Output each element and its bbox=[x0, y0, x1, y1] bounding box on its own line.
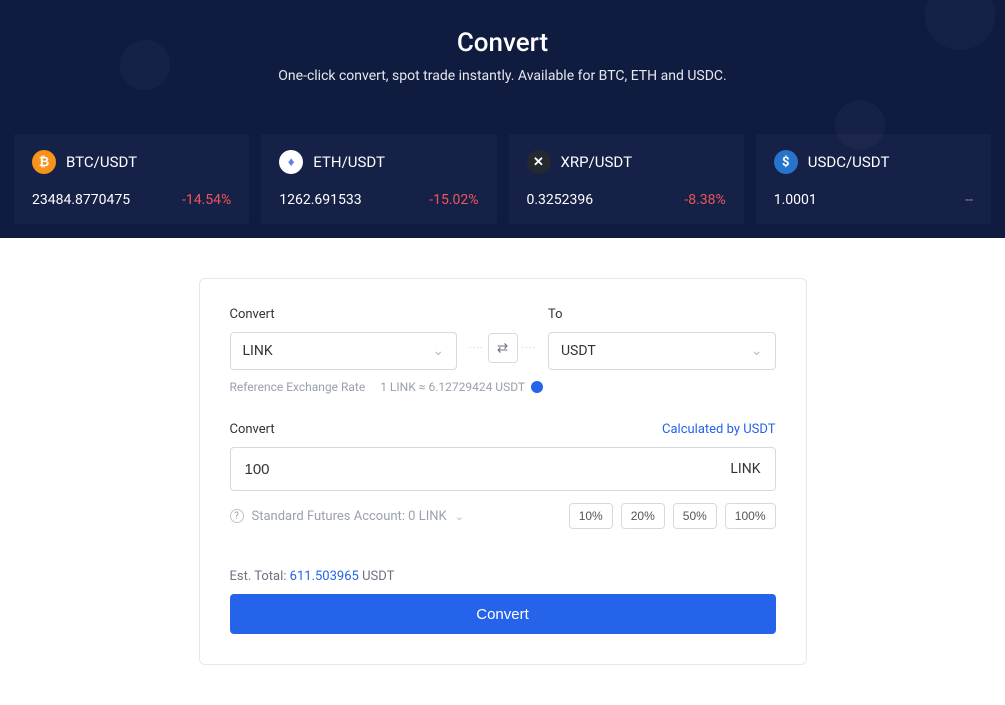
exchange-rate-line: Reference Exchange Rate 1 LINK ≈ 6.12729… bbox=[230, 380, 776, 394]
change-percent: -- bbox=[965, 192, 973, 208]
coin-icon: ✕ bbox=[527, 150, 551, 174]
connector-dots: ···· bbox=[518, 343, 540, 354]
ticker-row: ₿ BTC/USDT 23484.8770475 -14.54% ♦ ETH/USDT 12… bbox=[0, 134, 1005, 238]
trading-pair: ETH/USDT bbox=[313, 153, 385, 171]
account-text: Standard Futures Account: 0 LINK bbox=[252, 509, 447, 524]
amount-input[interactable] bbox=[245, 461, 731, 478]
ticker-card[interactable]: ₿ BTC/USDT 23484.8770475 -14.54% bbox=[14, 134, 249, 224]
to-currency-value: USDT bbox=[561, 343, 596, 359]
change-percent: -14.54% bbox=[182, 192, 231, 208]
from-currency-value: LINK bbox=[243, 343, 273, 359]
from-label: Convert bbox=[230, 307, 458, 322]
hero-banner: Convert One-click convert, spot trade in… bbox=[0, 0, 1005, 238]
percent-button[interactable]: 50% bbox=[673, 503, 717, 529]
decorative-circle bbox=[120, 40, 170, 90]
help-icon: ? bbox=[230, 509, 244, 523]
change-percent: -8.38% bbox=[684, 192, 725, 208]
amount-field-container: LINK bbox=[230, 447, 776, 491]
coin-icon: $ bbox=[774, 150, 798, 174]
change-percent: -15.02% bbox=[429, 192, 478, 208]
convert-card: Convert LINK ⌄ ···· ⇄ ···· To USDT ⌄ Ref… bbox=[199, 278, 807, 665]
amount-label: Convert bbox=[230, 422, 275, 437]
price-value: 1.0001 bbox=[774, 192, 817, 208]
chevron-down-icon: ⌄ bbox=[455, 510, 464, 523]
swap-icon: ⇄ bbox=[497, 340, 508, 356]
to-currency-select[interactable]: USDT ⌄ bbox=[548, 332, 776, 370]
percent-button[interactable]: 100% bbox=[725, 503, 776, 529]
price-value: 0.3252396 bbox=[527, 192, 594, 208]
decorative-circle bbox=[835, 100, 885, 150]
chevron-down-icon: ⌄ bbox=[432, 343, 444, 359]
swap-button[interactable]: ⇄ bbox=[488, 333, 518, 363]
percent-button[interactable]: 10% bbox=[569, 503, 613, 529]
connector-dots: ···· bbox=[465, 343, 487, 354]
from-currency-select[interactable]: LINK ⌄ bbox=[230, 332, 458, 370]
ticker-card[interactable]: ✕ XRP/USDT 0.3252396 -8.38% bbox=[509, 134, 744, 224]
convert-button[interactable]: Convert bbox=[230, 594, 776, 634]
price-value: 1262.691533 bbox=[279, 192, 361, 208]
trading-pair: USDC/USDT bbox=[808, 153, 890, 171]
estimate-label: Est. Total: bbox=[230, 569, 290, 584]
account-selector[interactable]: ? Standard Futures Account: 0 LINK ⌄ bbox=[230, 509, 464, 524]
coin-icon: ₿ bbox=[32, 150, 56, 174]
trading-pair: BTC/USDT bbox=[66, 153, 137, 171]
info-icon[interactable] bbox=[531, 381, 543, 393]
estimate-value: 611.503965 bbox=[290, 569, 359, 584]
amount-unit: LINK bbox=[730, 461, 760, 477]
ticker-card[interactable]: $ USDC/USDT 1.0001 -- bbox=[756, 134, 991, 224]
coin-icon: ♦ bbox=[279, 150, 303, 174]
rate-label: Reference Exchange Rate bbox=[230, 380, 366, 394]
percent-button[interactable]: 20% bbox=[621, 503, 665, 529]
ticker-card[interactable]: ♦ ETH/USDT 1262.691533 -15.02% bbox=[261, 134, 496, 224]
trading-pair: XRP/USDT bbox=[561, 153, 633, 171]
calculated-by-link[interactable]: Calculated by USDT bbox=[662, 422, 775, 437]
estimate-total-line: Est. Total: 611.503965 USDT bbox=[230, 569, 776, 584]
rate-value: 1 LINK ≈ 6.12729424 USDT bbox=[380, 380, 525, 394]
chevron-down-icon: ⌄ bbox=[751, 343, 763, 359]
to-label: To bbox=[548, 307, 776, 322]
price-value: 23484.8770475 bbox=[32, 192, 130, 208]
estimate-unit: USDT bbox=[359, 569, 395, 584]
percent-button-group: 10% 20% 50% 100% bbox=[569, 503, 776, 529]
